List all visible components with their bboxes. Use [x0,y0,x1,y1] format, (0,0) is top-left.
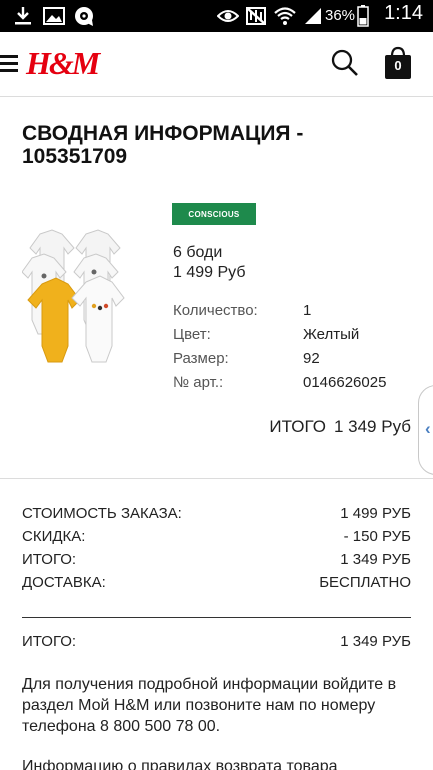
hm-logo[interactable]: H&M [26,45,100,82]
page-title: СВОДНАЯ ИНФОРМАЦИЯ - 105351709 [22,122,304,168]
attr-label-color: Цвет: [173,326,211,343]
grand-total-label: ИТОГО: [22,633,77,650]
download-icon [12,4,34,28]
summary-label: ИТОГО: [22,551,77,568]
image-icon [42,4,66,28]
grand-total-value: 1 349 РУБ [340,633,411,650]
summary-label: ДОСТАВКА: [22,574,106,591]
section-divider [0,478,433,479]
chevron-left-icon: ‹ [425,419,431,438]
attr-label-quantity: Количество: [173,302,258,319]
product-name: 6 боди [173,244,223,261]
attr-value-color: Желтый [303,326,360,343]
search-icon[interactable] [330,48,362,80]
summary-value: БЕСПЛАТНО [319,574,411,591]
attr-label-article: № арт.: [173,374,224,391]
product-price: 1 499 Руб [173,264,246,281]
summary-divider [22,617,411,618]
conscious-badge: CONSCIOUS [172,203,256,225]
summary-value: 1 349 РУБ [340,551,411,568]
attr-value-size: 92 [303,350,320,367]
info-text-returns: Информацию о правилах возврата товара [22,758,338,770]
attr-label-size: Размер: [173,350,229,367]
shopping-bag-icon[interactable]: 0 [383,46,413,80]
hamburger-icon[interactable] [0,55,18,73]
summary-value: 1 499 РУБ [340,505,411,522]
status-time: 1:14 [384,2,423,24]
mute-icon [244,4,268,28]
line-total: ИТОГО 1 349 Руб [269,417,411,437]
battery-percent: 36% [325,7,356,24]
product-image[interactable] [21,228,150,370]
wifi-icon [272,4,298,28]
battery-icon [355,4,371,28]
side-panel-handle[interactable]: ‹ [418,385,433,475]
line-total-label: ИТОГО [269,417,326,436]
app-icon [72,4,96,28]
bag-count: 0 [394,58,402,73]
attr-value-quantity: 1 [303,302,312,319]
info-text: Для получения подробной информации войди… [22,676,397,735]
summary-label: СКИДКА: [22,528,86,545]
summary-label: СТОИМОСТЬ ЗАКАЗА: [22,505,182,522]
status-bar: 36% 1:14 [0,0,433,32]
app-header: H&M 0 [0,32,433,97]
summary-value: - 150 РУБ [343,528,411,545]
eye-icon [216,4,240,28]
attr-value-article: 0146626025 [303,374,387,391]
signal-icon [302,4,324,28]
line-total-value: 1 349 Руб [333,417,411,436]
